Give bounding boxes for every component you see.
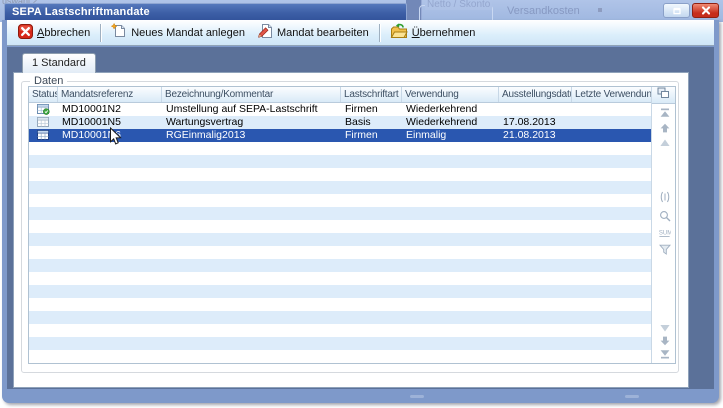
filter-icon[interactable]: [658, 243, 671, 255]
table-row-empty[interactable]: [29, 246, 651, 259]
column-header-letzte-verwendung[interactable]: Letzte Verwendung: [572, 87, 651, 102]
column-header-status[interactable]: Status: [29, 87, 58, 102]
cell-letzte-verwendung: [572, 116, 651, 129]
content-panel: Daten Status Mandatsreferenz Bezeichnung…: [13, 72, 689, 388]
scroll-bottom-icon[interactable]: [658, 348, 671, 360]
row-up-icon[interactable]: [658, 136, 671, 148]
netto-skonto-label: Netto / Skonto: [425, 0, 492, 10]
resize-grip[interactable]: [625, 395, 639, 398]
screen: { "background_window": { "cropped_text":…: [0, 0, 723, 408]
table-row-empty[interactable]: [29, 259, 651, 272]
edit-mandate-icon: [257, 23, 273, 42]
uebernehmen-button[interactable]: Übernehmen: [384, 21, 482, 44]
daten-groupbox: Daten Status Mandatsreferenz Bezeichnung…: [21, 81, 679, 373]
mouse-cursor: [109, 127, 122, 151]
abbrechen-label: Abbrechen: [37, 27, 90, 39]
toolbar-separator: [379, 24, 380, 42]
cell-lastschriftart: Firmen: [341, 129, 402, 142]
resize-grip[interactable]: [410, 395, 424, 398]
tab-standard-label: 1 Standard: [32, 57, 86, 69]
cell-letzte-verwendung: [572, 129, 651, 142]
table-row-empty[interactable]: [29, 155, 651, 168]
neues-mandat-anlegen-label: Neues Mandat anlegen: [131, 27, 245, 39]
grid-filler-rows: [29, 142, 651, 363]
table-row-empty[interactable]: [29, 311, 651, 324]
table-row-empty[interactable]: [29, 285, 651, 298]
cell-ausstellungsdatum: 21.08.2013: [499, 129, 572, 142]
cell-ausstellungsdatum: 17.08.2013: [499, 116, 572, 129]
table-row-empty[interactable]: [29, 168, 651, 181]
apply-icon: [390, 23, 408, 42]
status-table-check-icon: [29, 103, 58, 116]
table-row-empty[interactable]: [29, 207, 651, 220]
cell-ausstellungsdatum: [499, 103, 572, 116]
versandkosten-label: Versandkosten: [507, 5, 580, 17]
table-row-empty[interactable]: [29, 298, 651, 311]
abbrechen-button[interactable]: Abbrechen: [12, 22, 96, 44]
scroll-down-icon[interactable]: [658, 335, 671, 347]
new-mandate-icon: [111, 23, 127, 42]
column-header-bezeichnung[interactable]: Bezeichnung/Kommentar: [162, 87, 341, 102]
tab-standard[interactable]: 1 Standard: [22, 53, 96, 73]
cell-mandatsreferenz: MD10001N2: [58, 103, 162, 116]
table-row-empty[interactable]: [29, 337, 651, 350]
window-close-button[interactable]: [692, 3, 719, 18]
cell-lastschriftart: Basis: [341, 116, 402, 129]
status-table-icon: [29, 129, 58, 142]
column-header-mandatsreferenz[interactable]: Mandatsreferenz: [58, 87, 162, 102]
table-row-empty[interactable]: [29, 181, 651, 194]
cell-verwendung: Wiederkehrend: [402, 103, 499, 116]
mandates-table-columns: Status Mandatsreferenz Bezeichnung/Komme…: [29, 87, 651, 363]
copy-grid-icon: [657, 86, 670, 104]
cell-verwendung: Wiederkehrend: [402, 116, 499, 129]
dialog-toolbar: Abbrechen Neues Mandat anlegen Mandat be…: [7, 20, 714, 46]
window-restore-button[interactable]: [663, 3, 690, 18]
fit-columns-icon[interactable]: [658, 191, 671, 203]
sum-icon[interactable]: SUM: [658, 227, 671, 239]
cell-bezeichnung: Wartungsvertrag: [162, 116, 341, 129]
cell-lastschriftart: Firmen: [341, 103, 402, 116]
table-row-empty[interactable]: [29, 272, 651, 285]
sepa-mandate-dialog: Abbrechen Neues Mandat anlegen Mandat be…: [2, 20, 719, 403]
cell-bezeichnung: Umstellung auf SEPA-Lastschrift: [162, 103, 341, 116]
table-row-empty[interactable]: [29, 220, 651, 233]
background-dot: [598, 8, 602, 12]
toolbar-separator: [100, 24, 101, 42]
mandates-table: Status Mandatsreferenz Bezeichnung/Komme…: [28, 86, 676, 364]
column-header-verwendung[interactable]: Verwendung: [402, 87, 499, 102]
neues-mandat-anlegen-button[interactable]: Neues Mandat anlegen: [105, 21, 251, 44]
mandat-bearbeiten-label: Mandat bearbeiten: [277, 27, 369, 39]
uebernehmen-label: Übernehmen: [412, 27, 476, 39]
search-icon[interactable]: [658, 210, 671, 222]
dialog-title: SEPA Lastschriftmandate: [12, 6, 150, 18]
table-row-empty[interactable]: [29, 194, 651, 207]
row-down-icon[interactable]: [658, 322, 671, 334]
mandat-bearbeiten-button[interactable]: Mandat bearbeiten: [251, 21, 375, 44]
dialog-inner: Abbrechen Neues Mandat anlegen Mandat be…: [7, 20, 714, 389]
table-row-selected[interactable]: MD10001N6 RGEinmalig2013 Firmen Einmalig…: [29, 129, 651, 142]
svg-text:SUM: SUM: [659, 230, 671, 236]
dialog-body: 1 Standard Daten Status Mandatsreferenz …: [7, 47, 714, 389]
status-table-icon: [29, 116, 58, 129]
column-header-lastschriftart[interactable]: Lastschriftart: [341, 87, 402, 102]
table-row[interactable]: MD10001N2 Umstellung auf SEPA-Lastschrif…: [29, 103, 651, 116]
table-row-empty[interactable]: [29, 324, 651, 337]
restore-icon: [672, 2, 682, 20]
cancel-icon: [18, 24, 33, 42]
column-header-ausstellungsdatum[interactable]: Ausstellungsdatum: [499, 87, 572, 102]
table-side-toolbar: SUM: [651, 87, 675, 363]
table-header-row: Status Mandatsreferenz Bezeichnung/Komme…: [29, 87, 651, 103]
cell-letzte-verwendung: [572, 103, 651, 116]
table-row[interactable]: MD10001N5 Wartungsvertrag Basis Wiederke…: [29, 116, 651, 129]
copy-grid-button[interactable]: [652, 87, 675, 104]
dialog-title-bar[interactable]: SEPA Lastschriftmandate: [4, 3, 407, 20]
scroll-top-icon[interactable]: [658, 107, 671, 119]
close-icon: [701, 2, 711, 20]
cell-bezeichnung: RGEinmalig2013: [162, 129, 341, 142]
table-row-empty[interactable]: [29, 350, 651, 363]
table-row-empty[interactable]: [29, 142, 651, 155]
cell-verwendung: Einmalig: [402, 129, 499, 142]
table-row-empty[interactable]: [29, 233, 651, 246]
scroll-up-icon[interactable]: [658, 122, 671, 134]
